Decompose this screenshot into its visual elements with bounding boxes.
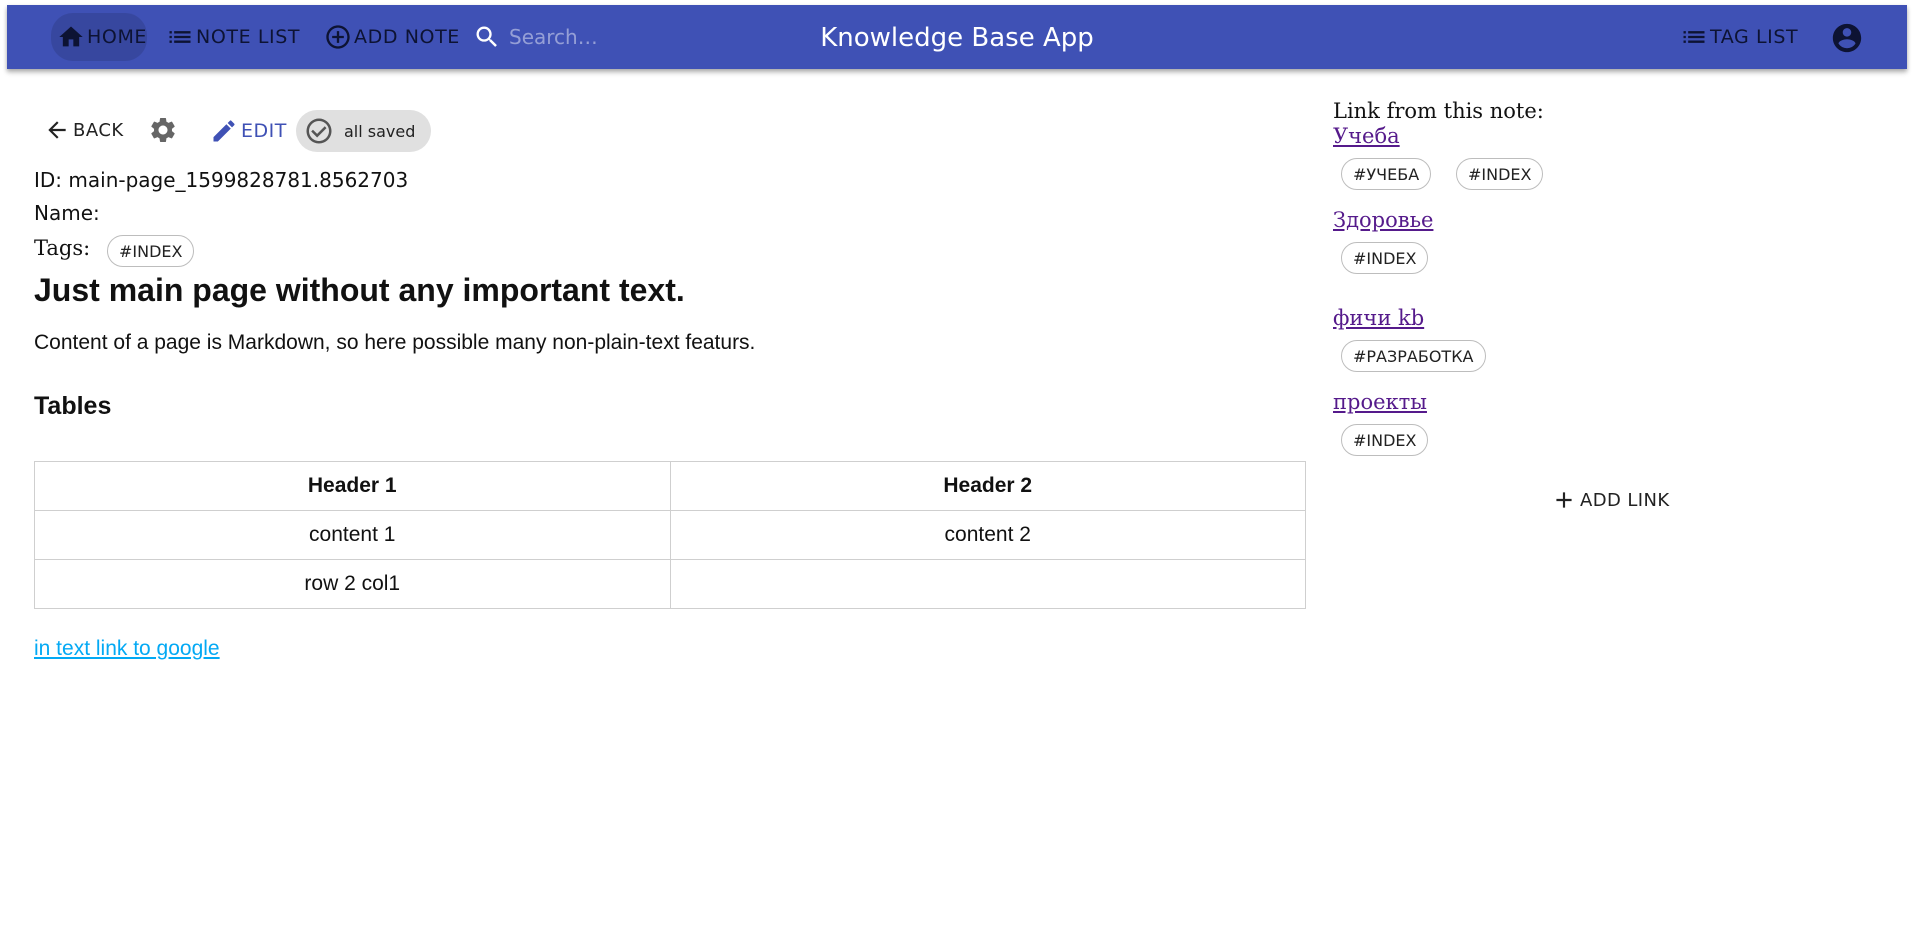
linked-note-title[interactable]: Здоровье <box>1333 208 1433 232</box>
save-status-chip: all saved <box>296 110 431 152</box>
search-icon <box>476 26 497 47</box>
add-note-label: ADD NOTE <box>354 26 460 48</box>
add-link-label: ADD LINK <box>1580 489 1670 511</box>
plus-icon <box>1556 492 1572 508</box>
table-header-cell: Header 1 <box>34 461 671 511</box>
add-note-button[interactable]: ADD NOTE <box>324 13 460 61</box>
home-button[interactable]: HOME <box>50 13 148 61</box>
table-header-cell: Header 2 <box>669 461 1306 511</box>
table-cell: row 2 col1 <box>34 559 671 609</box>
note-list-button[interactable]: NOTE LIST <box>166 13 300 61</box>
content-paragraph: Content of a page is Markdown, so here p… <box>34 331 756 354</box>
add-link-button[interactable]: ADD LINK <box>1551 487 1670 513</box>
search-box <box>473 22 691 52</box>
add-circle-icon <box>326 25 350 49</box>
table-header-row: Header 1 Header 2 <box>34 461 1306 511</box>
pencil-icon <box>213 120 235 142</box>
app-bar: HOME NOTE LIST ADD NOTE Knowledge Base A… <box>7 5 1907 69</box>
account-circle-icon <box>1832 23 1862 53</box>
note-id: ID: main-page_1599828781.8562703 <box>34 168 409 192</box>
account-button[interactable] <box>1830 21 1864 55</box>
table-cell: content 1 <box>34 510 671 560</box>
home-icon <box>59 26 83 47</box>
content-table: Header 1 Header 2 content 1 content 2 ro… <box>34 461 1306 609</box>
settings-button[interactable] <box>148 115 178 145</box>
tag-chip[interactable]: #УЧЕБА <box>1341 158 1432 190</box>
note-name: Name: <box>34 201 100 225</box>
content-heading: Just main page without any important tex… <box>34 272 685 308</box>
list-icon <box>169 31 191 43</box>
table-row: row 2 col1 <box>34 559 1306 609</box>
edit-label: EDIT <box>241 120 287 142</box>
tags-label: Tags: <box>34 236 91 260</box>
tag-list-button[interactable]: TAG LIST <box>1680 13 1798 61</box>
linked-note-title[interactable]: Учеба <box>1333 124 1400 148</box>
app-title: Knowledge Base App <box>820 23 1094 53</box>
arrow-back-icon <box>48 121 66 139</box>
linked-note-title[interactable]: фичи kb <box>1333 306 1424 330</box>
note-list-label: NOTE LIST <box>196 26 301 48</box>
links-panel-title: Link from this note: <box>1333 99 1544 123</box>
back-button[interactable]: BACK <box>44 117 124 143</box>
tag-chip[interactable]: #INDEX <box>1341 424 1429 456</box>
tag-list-label: TAG LIST <box>1710 26 1799 48</box>
save-status-label: all saved <box>344 121 416 141</box>
table-cell <box>669 559 1306 609</box>
home-label: HOME <box>87 26 148 48</box>
tag-chip[interactable]: #INDEX <box>1456 158 1544 190</box>
check-circle-icon <box>306 118 332 144</box>
search-input[interactable] <box>507 24 691 50</box>
tag-chip[interactable]: #РАЗРАБОТКА <box>1341 340 1486 372</box>
gear-icon <box>151 117 175 142</box>
list-icon <box>1683 31 1705 43</box>
linked-note-title[interactable]: проекты <box>1333 390 1427 414</box>
google-link[interactable]: in text link to google <box>34 637 220 661</box>
table-row: content 1 content 2 <box>34 510 1306 560</box>
tag-chip[interactable]: #INDEX <box>1341 242 1429 274</box>
section-heading: Tables <box>34 392 112 420</box>
table-cell: content 2 <box>669 510 1306 560</box>
edit-button[interactable]: EDIT <box>210 117 287 145</box>
back-label: BACK <box>73 119 124 141</box>
tag-chip[interactable]: #INDEX <box>107 235 195 267</box>
